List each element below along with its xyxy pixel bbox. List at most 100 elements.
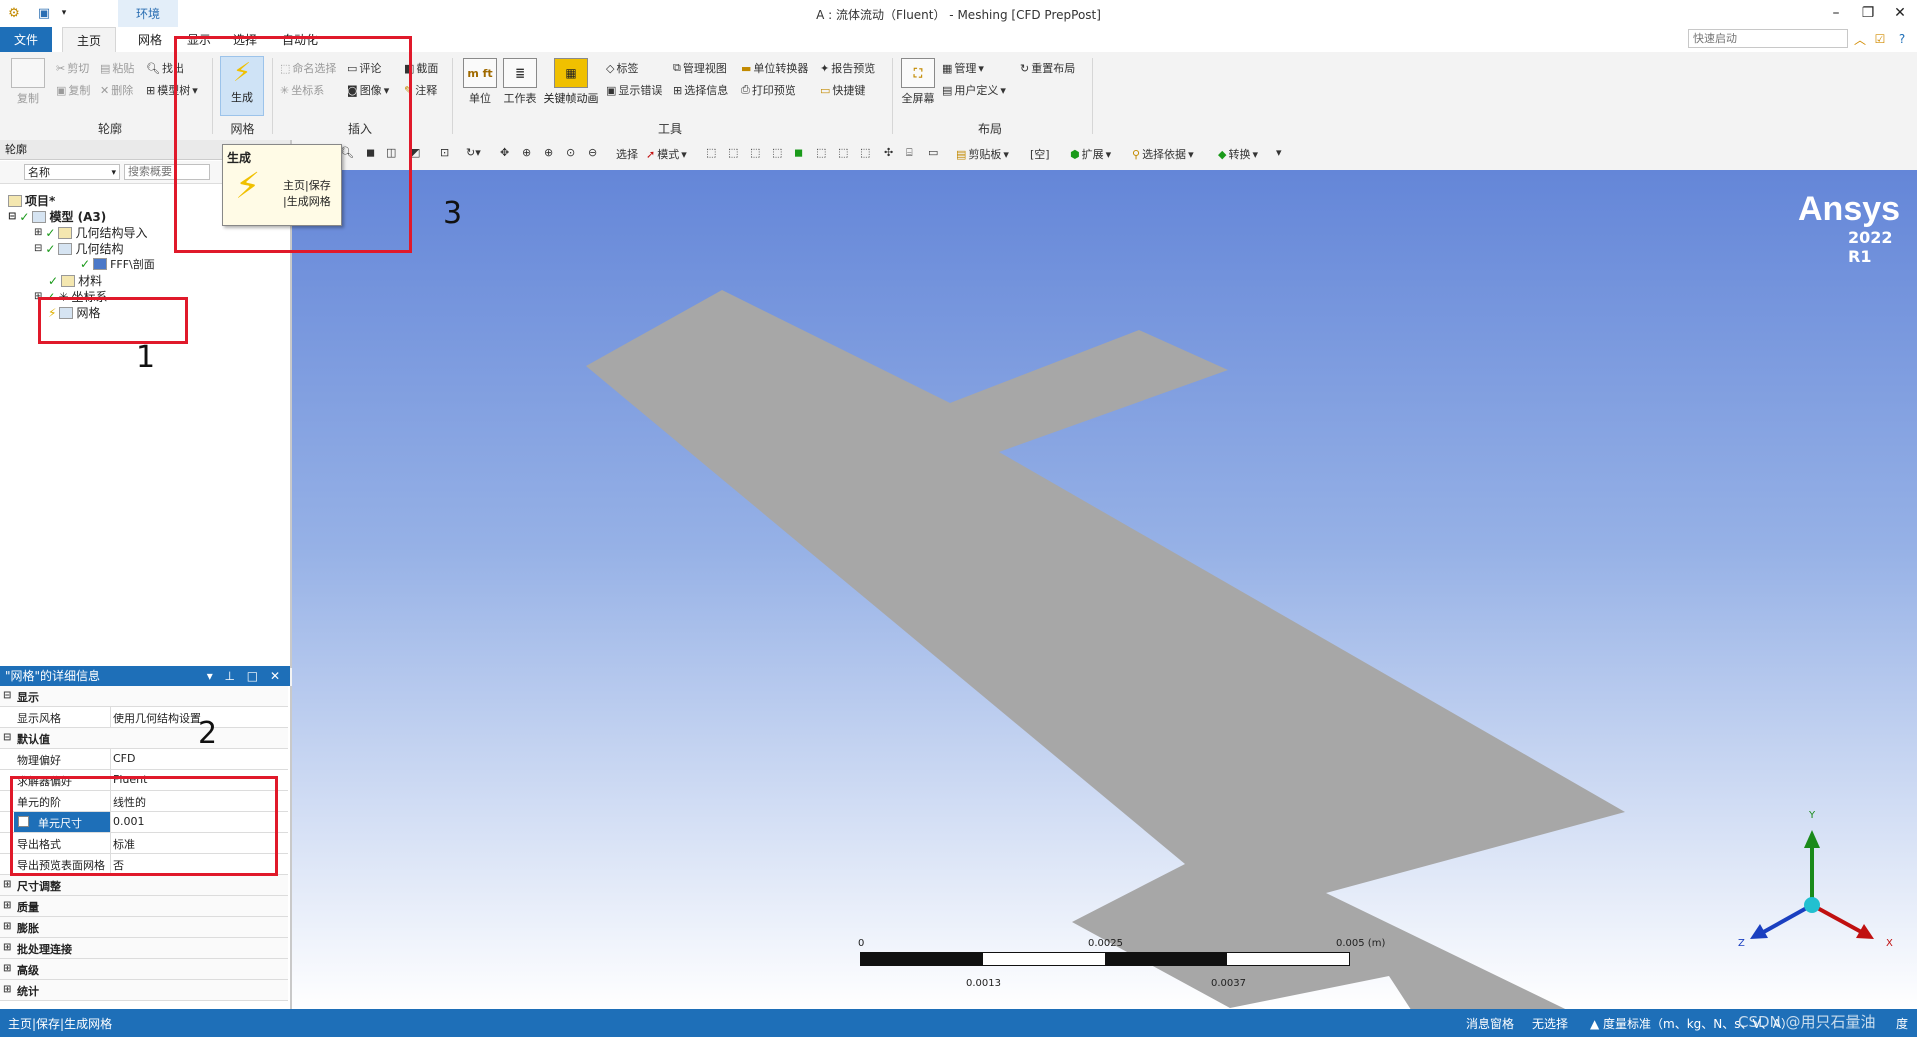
import-icon [58,226,73,239]
worksheet-button[interactable]: ≣ 工作表 [498,58,542,106]
annotation-number-2: 2 [198,716,218,751]
delete-button[interactable]: ✕ 删除 [100,82,133,98]
annotation-box-2 [10,776,278,876]
ruler-icon[interactable]: ▭ [928,146,938,159]
copy-button[interactable]: 复制 [6,58,50,106]
tree-item-materials[interactable]: ✓ 材料 [48,272,102,289]
zoom-fit-icon[interactable]: ⊙ [566,146,575,159]
select-by-button[interactable]: ⚲ 选择依据 ▾ [1132,146,1194,162]
t-junction-surface[interactable] [586,290,1625,1009]
details-category-statistics[interactable]: ⊞ 统计 [0,980,288,1001]
details-row-display-style[interactable]: 显示风格 使用几何结构设置 [0,707,288,728]
details-category-advanced[interactable]: ⊞ 高级 [0,959,288,980]
collapse-icon: ⊟ [8,211,17,222]
duplicate-button[interactable]: ▣ 复制 [56,82,90,98]
collapse-ribbon-icon[interactable]: ︿ [1851,30,1869,48]
convert-button[interactable]: ◆ 转换 ▾ [1218,146,1258,162]
clipboard-button[interactable]: ▤ 剪贴板 ▾ [956,146,1009,162]
show-errors-button[interactable]: ▣ 显示错误 [606,82,662,98]
report-icon: ✦ [820,61,830,75]
keyboard-icon: ▭ [820,83,831,97]
zoom-in-icon[interactable]: ⊕ [544,146,553,159]
minimize-icon[interactable]: – [1820,2,1852,24]
quick-launch-input[interactable] [1688,29,1848,48]
select-button[interactable]: 选择 [616,146,638,162]
chevron-down-icon: ▾ [111,168,116,178]
shortcuts-button[interactable]: ▭ 快捷键 [820,82,865,98]
tag-button[interactable]: ◇ 标签 [606,60,638,76]
tree-item-geometry-import[interactable]: ⊞ ✓ 几何结构导入 [34,224,147,241]
pick-icon[interactable]: ✣ [884,146,893,159]
zoom-out-icon[interactable]: ⊖ [588,146,597,159]
select-node-icon[interactable]: ⬚ [816,146,826,159]
label-icon[interactable]: ⌸ [906,146,913,160]
zoom-icon[interactable]: ⊕ [522,146,531,159]
axis-triad[interactable] [1730,800,1900,960]
model-geometry[interactable] [292,170,1917,1009]
selection-info-button[interactable]: ⊞ 选择信息 [673,82,728,98]
tree-item-model[interactable]: ⊟ ✓ 模型 (A3) [8,208,106,225]
tab-mesh[interactable]: 网格 [124,27,176,52]
surface-body-icon [93,258,108,270]
window-title: A : 流体流动（Fluent） - Meshing [CFD PrepPost… [816,8,1101,22]
section-plane-icon[interactable]: ⊡ [440,146,449,159]
tree-item-project[interactable]: 项目* [8,192,55,209]
details-category-inflation[interactable]: ⊞ 膨胀 [0,917,288,938]
details-category-batch-connections[interactable]: ⊞ 批处理连接 [0,938,288,959]
details-category-defaults[interactable]: ⊟ 默认值 [0,728,288,749]
help-icon[interactable]: ? [1893,30,1911,48]
extend-button[interactable]: ⬢ 扩展 ▾ [1070,146,1111,162]
worksheet-icon: ≣ [503,58,537,88]
messages-pane-button[interactable]: 消息窗格 [1466,1015,1514,1032]
close-icon[interactable]: ✕ [1884,2,1916,24]
manage-layout-button[interactable]: ▦ 管理 ▾ [942,60,984,76]
details-row-physics-preference[interactable]: 物理偏好 CFD [0,749,288,770]
group-separator [892,58,893,134]
pan-icon[interactable]: ✥ [500,146,509,159]
report-preview-button[interactable]: ✦ 报告预览 [820,60,875,76]
checkmark-icon: ✓ [48,273,59,288]
tree-item-body[interactable]: ✓ FFF\剖面 [80,256,155,272]
select-face-icon[interactable]: ⬚ [750,146,760,159]
filter-name-dropdown[interactable]: 名称 ▾ [24,164,120,180]
z-axis-label: Z [1738,938,1745,949]
convert-icon: ◆ [1218,147,1227,161]
film-icon: ▦ [554,58,588,88]
select-body-icon[interactable]: ⬚ [772,146,782,159]
units-button[interactable]: m ft 单位 [458,58,502,106]
details-category-display[interactable]: ⊟ 显示 [0,686,288,707]
rotate-icon[interactable]: ↻▾ [466,146,481,159]
group-label-outline: 轮廓 [97,122,122,136]
user-defined-button[interactable]: ▤ 用户定义 ▾ [942,82,1006,98]
tab-home[interactable]: 主页 [62,27,116,53]
details-category-sizing[interactable]: ⊞ 尺寸调整 [0,875,288,896]
details-header: "网格"的详细信息 ▾ ⊥ □ ✕ [0,666,290,686]
tree-icon: ⊞ [146,83,156,97]
manage-views-button[interactable]: ⧉ 管理视图 [673,60,727,76]
mode-button[interactable]: ➚ 模式 ▾ [646,146,687,162]
clipboard-icon: ▤ [956,147,967,161]
cut-button[interactable]: ✂ 剪切 [56,60,89,76]
toolbar-overflow-icon[interactable]: ▾ [1276,146,1282,159]
restore-icon[interactable]: ❐ [1852,2,1884,24]
select-mesh-icon[interactable]: ◼ [794,146,803,159]
tree-item-geometry[interactable]: ⊟ ✓ 几何结构 [34,240,123,257]
details-category-quality[interactable]: ⊞ 质量 [0,896,288,917]
keyframe-button[interactable]: ▦ 关键帧动画 [542,58,600,106]
select-element-icon[interactable]: ⬚ [838,146,848,159]
select-edge-icon[interactable]: ⬚ [728,146,738,159]
reset-layout-button[interactable]: ↻ 重置布局 [1020,60,1075,76]
extend-icon: ⬢ [1070,147,1080,161]
materials-icon [61,274,76,287]
unit-converter-button[interactable]: ▬ 单位转换器 [741,60,808,76]
panel-controls-icon[interactable]: ▾ ⊥ □ ✕ [207,666,284,686]
feedback-icon[interactable]: ☑ [1871,30,1889,48]
select-element-face-icon[interactable]: ⬚ [860,146,870,159]
select-vertex-icon[interactable]: ⬚ [706,146,716,159]
paste-button[interactable]: ▤ 粘贴 [100,60,134,76]
info-icon: ⊞ [673,83,683,97]
tab-file[interactable]: 文件 [0,27,52,52]
triad-center-icon [1804,897,1820,913]
print-preview-button[interactable]: ⎙ 打印预览 [741,82,796,98]
fullscreen-button[interactable]: ⛶ 全屏幕 [896,58,940,106]
